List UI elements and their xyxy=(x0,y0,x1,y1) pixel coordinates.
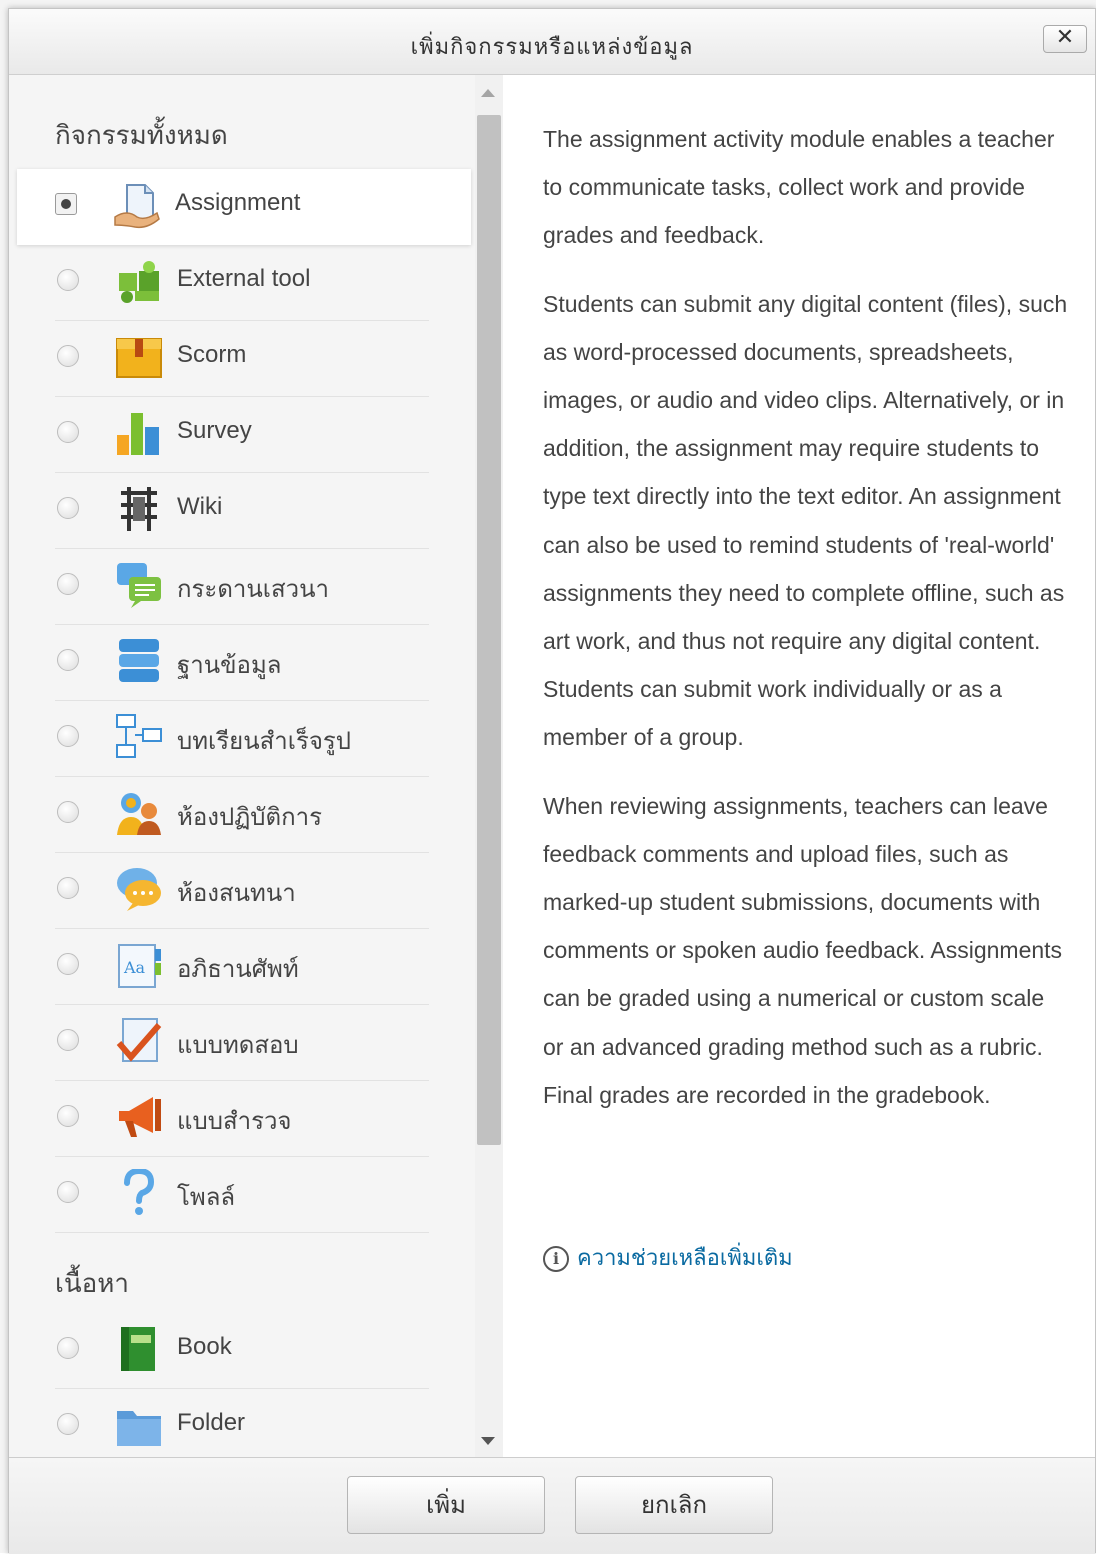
option-assignment[interactable]: Assignment xyxy=(17,169,471,245)
more-help-link[interactable]: i ความช่วยเหลือเพิ่มเติม xyxy=(543,1240,793,1275)
info-icon: i xyxy=(543,1246,569,1272)
option-label: ห้องสนทนา xyxy=(177,880,296,907)
option-label: โพลล์ xyxy=(177,1184,236,1211)
option-label: บทเรียนสำเร็จรูป xyxy=(177,728,352,755)
radio-button[interactable] xyxy=(57,1181,79,1203)
feedback-megaphone-icon xyxy=(119,1097,161,1137)
bar-chart-icon xyxy=(117,413,159,455)
dialog-footer: เพิ่ม ยกเลิก xyxy=(9,1457,1095,1554)
question-icon xyxy=(124,1169,155,1215)
radio-button[interactable] xyxy=(57,1337,79,1359)
add-activity-dialog: เพิ่มกิจกรรมหรือแหล่งข้อมูล ✕ กิจกรรมทั้… xyxy=(8,8,1096,1554)
scroll-up-arrow-icon[interactable] xyxy=(481,89,495,97)
radio-button[interactable] xyxy=(57,269,79,291)
option-label: Book xyxy=(177,1333,232,1360)
description-paragraph: The assignment activity module enables a… xyxy=(543,126,1055,249)
radio-button[interactable] xyxy=(57,421,79,443)
scroll-down-arrow-icon[interactable] xyxy=(481,1437,495,1445)
option-folder[interactable]: Folder xyxy=(55,1389,429,1457)
radio-button[interactable] xyxy=(57,1413,79,1435)
option-label: Folder xyxy=(177,1409,246,1436)
option-label: Assignment xyxy=(175,189,301,216)
radio-button[interactable] xyxy=(57,345,79,367)
option-label: แบบสำรวจ xyxy=(177,1108,292,1135)
close-button[interactable]: ✕ xyxy=(1043,25,1087,53)
description-paragraph: Students can submit any digital content … xyxy=(543,290,1068,751)
option-label: ฐานข้อมูล xyxy=(177,652,282,679)
puzzle-icon xyxy=(119,261,159,303)
scorm-package-icon xyxy=(116,338,162,378)
option-feedback[interactable]: แบบสำรวจ xyxy=(55,1081,429,1157)
radio-button[interactable] xyxy=(57,725,79,747)
option-label: External tool xyxy=(177,265,311,292)
dialog-header: เพิ่มกิจกรรมหรือแหล่งข้อมูล ✕ xyxy=(9,9,1095,75)
option-external-tool[interactable]: External tool xyxy=(55,245,429,321)
option-choice[interactable]: โพลล์ xyxy=(55,1157,429,1233)
lesson-icon xyxy=(116,714,162,758)
radio-button[interactable] xyxy=(57,649,79,671)
add-button[interactable]: เพิ่ม xyxy=(347,1476,545,1534)
option-label: Scorm xyxy=(177,341,247,368)
option-chat[interactable]: ห้องสนทนา xyxy=(55,853,429,929)
list-scrollbar[interactable] xyxy=(475,75,503,1457)
scrollbar-thumb[interactable] xyxy=(477,115,501,1145)
radio-button[interactable] xyxy=(57,1105,79,1127)
option-forum[interactable]: กระดานเสวนา xyxy=(55,549,429,625)
dialog-title: เพิ่มกิจกรรมหรือแหล่งข้อมูล xyxy=(410,35,694,60)
cancel-button[interactable]: ยกเลิก xyxy=(575,1476,773,1534)
option-scorm[interactable]: Scorm xyxy=(55,321,429,397)
folder-icon xyxy=(117,1411,161,1446)
radio-button[interactable] xyxy=(57,801,79,823)
option-wiki[interactable]: Wiki xyxy=(55,473,429,549)
module-chooser-list: กิจกรรมทั้งหมด Assignment External tool xyxy=(9,75,499,1457)
radio-button[interactable] xyxy=(57,953,79,975)
quiz-icon xyxy=(116,1018,162,1062)
book-icon xyxy=(121,1327,155,1371)
radio-button[interactable] xyxy=(57,1029,79,1051)
radio-button[interactable] xyxy=(57,497,79,519)
option-glossary[interactable]: Aa อภิธานศัพท์ xyxy=(55,929,429,1005)
option-label: Wiki xyxy=(177,493,223,520)
glossary-icon: Aa xyxy=(118,944,161,988)
option-label: อภิธานศัพท์ xyxy=(177,956,299,983)
module-description: The assignment activity module enables a… xyxy=(543,115,1069,1139)
wiki-icon xyxy=(121,487,157,531)
forum-icon xyxy=(117,563,161,608)
option-label: Survey xyxy=(177,417,252,444)
option-label: แบบทดสอบ xyxy=(177,1032,299,1059)
option-quiz[interactable]: แบบทดสอบ xyxy=(55,1005,429,1081)
activities-section-title: กิจกรรมทั้งหมด xyxy=(55,121,228,151)
radio-button[interactable] xyxy=(57,573,79,595)
assignment-icon xyxy=(114,184,160,229)
radio-button[interactable] xyxy=(55,193,77,215)
option-label: ห้องปฏิบัติการ xyxy=(177,804,323,831)
svg-text:Aa: Aa xyxy=(123,958,146,977)
module-description-panel: The assignment activity module enables a… xyxy=(503,75,1089,1457)
description-paragraph: When reviewing assignments, teachers can… xyxy=(543,792,1063,1108)
option-book[interactable]: Book xyxy=(55,1313,429,1389)
option-label: กระดานเสวนา xyxy=(177,576,329,603)
workshop-icon xyxy=(117,793,161,835)
more-help-label: ความช่วยเหลือเพิ่มเติม xyxy=(577,1246,793,1271)
option-workshop[interactable]: ห้องปฏิบัติการ xyxy=(55,777,429,853)
chat-icon xyxy=(117,868,161,911)
database-icon xyxy=(119,639,159,682)
radio-button[interactable] xyxy=(57,877,79,899)
resources-section-title: เนื้อหา xyxy=(55,1269,130,1299)
option-database[interactable]: ฐานข้อมูล xyxy=(55,625,429,701)
option-lesson[interactable]: บทเรียนสำเร็จรูป xyxy=(55,701,429,777)
option-survey[interactable]: Survey xyxy=(55,397,429,473)
